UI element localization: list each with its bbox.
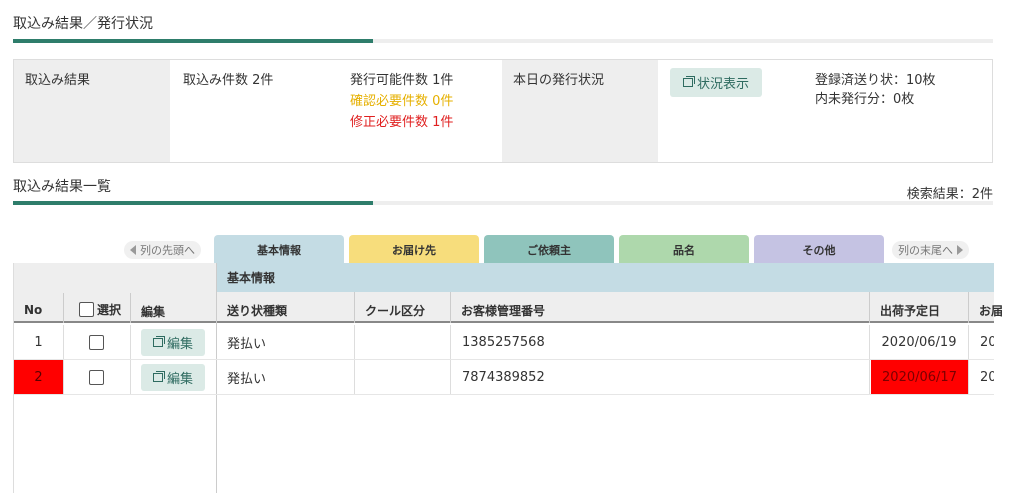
- tab-basic-info[interactable]: 基本情報: [214, 235, 344, 264]
- col-header-cool-type: クール区分: [365, 304, 426, 318]
- tab-requester[interactable]: ご依頼主: [484, 235, 614, 264]
- slip-type-cell: 発払い: [227, 336, 267, 352]
- import-count: 取込み件数 2件: [183, 73, 274, 88]
- unissued-count: 内未発行分：0枚: [815, 92, 915, 107]
- fix-needed-count: 修正必要件数 1件: [350, 115, 454, 130]
- select-all-checkbox[interactable]: [79, 302, 94, 317]
- ship-date-cell: 2020/06/17: [871, 360, 968, 394]
- import-result-label: 取込み結果: [25, 73, 91, 88]
- status-display-button[interactable]: 状況表示: [670, 68, 762, 97]
- edit-button[interactable]: 編集: [141, 363, 205, 391]
- window-icon: [152, 370, 165, 382]
- scroll-to-last-column-button[interactable]: 列の末尾へ: [892, 241, 969, 259]
- slip-type-cell: 発払い: [227, 371, 267, 387]
- delivery-date-cell: 20: [980, 334, 994, 350]
- confirm-needed-count: 確認必要件数 0件: [350, 94, 454, 109]
- section-underline-2: [13, 201, 993, 205]
- row-select-checkbox[interactable]: [89, 334, 104, 350]
- row-select-checkbox[interactable]: [89, 369, 104, 385]
- section-underline: [13, 39, 993, 43]
- edit-button[interactable]: 編集: [141, 328, 205, 356]
- fixed-column-header: No 選択 編集: [14, 263, 216, 323]
- today-status-label: 本日の発行状況: [513, 73, 605, 88]
- col-header-customer-no: お客様管理番号: [461, 304, 546, 318]
- tab-other[interactable]: その他: [754, 235, 884, 264]
- search-result-count: 検索結果：2件: [906, 187, 993, 202]
- table-row[interactable]: 2 編集 発払い 7874389852 2020/06/17 20: [14, 360, 994, 395]
- import-summary-panel: 取込み結果 取込み件数 2件 発行可能件数 1件 確認必要件数 0件 修正必要件…: [13, 59, 993, 163]
- row-no: 1: [34, 334, 43, 350]
- cool-type-cell: [365, 325, 450, 359]
- col-header-slip-type: 送り状種類: [227, 304, 288, 318]
- table-row[interactable]: 1 編集 発払い 1385257568 2020/06/19 20: [14, 325, 994, 360]
- arrow-left-icon: [130, 245, 136, 255]
- customer-no-cell: 1385257568: [462, 334, 545, 350]
- prev-column-label: 列の先頭へ: [140, 244, 195, 257]
- col-header-ship-date: 出荷予定日: [880, 304, 941, 318]
- import-result-table: No 選択 編集 基本情報 送り状種類 クール区分 お客様管理番号 出荷予定日 …: [13, 263, 1003, 493]
- scroll-to-first-column-button[interactable]: 列の先頭へ: [124, 241, 201, 259]
- next-column-label: 列の末尾へ: [898, 244, 953, 257]
- col-header-select: 選択: [79, 301, 121, 318]
- col-header-delivery-partial: お届: [979, 304, 1004, 318]
- col-header-no: No: [24, 303, 43, 317]
- status-display-label: 状況表示: [696, 77, 749, 92]
- arrow-right-icon: [957, 245, 963, 255]
- ship-date-cell: 2020/06/19: [881, 334, 957, 350]
- column-header-row: 送り状種類 クール区分 お客様管理番号 出荷予定日 お届: [217, 292, 1003, 323]
- customer-no-cell: 7874389852: [462, 369, 545, 385]
- group-header-basic-info: 基本情報: [217, 263, 994, 292]
- window-icon: [682, 76, 695, 87]
- tab-delivery-address[interactable]: お届け先: [349, 235, 479, 264]
- row-no: 2: [14, 360, 63, 394]
- cool-type-cell: [365, 360, 450, 394]
- window-icon: [152, 335, 165, 347]
- registered-sent-count: 登録済送り状：10枚: [815, 73, 936, 88]
- section-title-import-list: 取込み結果一覧: [13, 179, 111, 195]
- col-header-edit: 編集: [141, 305, 166, 319]
- delivery-date-cell: 20: [980, 369, 994, 385]
- issuable-count: 発行可能件数 1件: [350, 73, 454, 88]
- section-title-import-status: 取込み結果／発行状況: [13, 16, 153, 32]
- tab-product-name[interactable]: 品名: [619, 235, 749, 264]
